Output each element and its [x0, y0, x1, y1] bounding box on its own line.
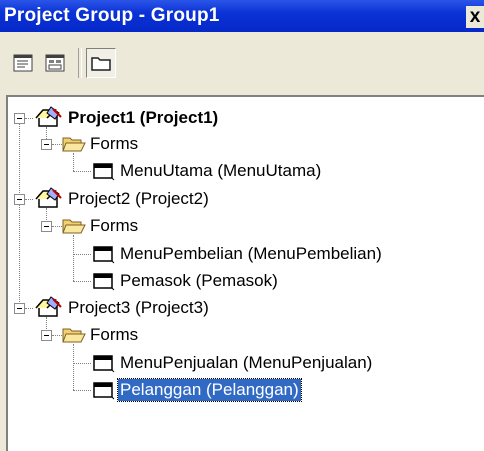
- tree-line: [73, 363, 91, 364]
- form-icon: [93, 382, 115, 400]
- view-code-button[interactable]: [10, 51, 36, 75]
- project-icon: [35, 187, 62, 208]
- close-button[interactable]: x: [466, 6, 484, 28]
- toggle-folders-icon: [91, 57, 111, 71]
- project-icon: [35, 296, 62, 317]
- tree-line: [25, 118, 33, 119]
- folder-open-icon: [62, 137, 86, 152]
- form-icon: [93, 355, 115, 373]
- project-explorer-window: Project Group - Group1 x Project1 (Proje…: [0, 0, 484, 451]
- form-item-label[interactable]: Pemasok (Pemasok): [118, 270, 280, 292]
- tree-line: [73, 153, 74, 171]
- toggle-folders-button[interactable]: [86, 48, 116, 78]
- title-bar[interactable]: Project Group - Group1 x: [0, 0, 484, 32]
- tree-line: [73, 281, 91, 282]
- project-item-label[interactable]: Project2 (Project2): [66, 188, 211, 210]
- form-icon: [93, 163, 115, 181]
- project-item-label[interactable]: Project1 (Project1): [66, 107, 220, 129]
- selected-form-item-label[interactable]: Pelanggan (Pelanggan): [117, 378, 302, 402]
- window-title: Project Group - Group1: [4, 5, 220, 26]
- view-object-icon: [45, 54, 65, 72]
- tree-line: [73, 254, 91, 255]
- tree-line: [25, 199, 33, 200]
- form-icon: [93, 273, 115, 291]
- project-item-label[interactable]: Project3 (Project3): [66, 297, 211, 319]
- forms-collapse-toggle[interactable]: [41, 221, 52, 232]
- view-code-icon: [13, 54, 33, 72]
- tree-line: [73, 235, 74, 281]
- project3-collapse-toggle[interactable]: [14, 303, 25, 314]
- form-item-label[interactable]: MenuPembelian (MenuPembelian): [118, 243, 384, 265]
- folder-open-icon: [62, 328, 86, 343]
- folder-label[interactable]: Forms: [88, 324, 140, 346]
- folder-label[interactable]: Forms: [88, 215, 140, 237]
- folder-open-icon: [62, 219, 86, 234]
- project-tree[interactable]: Project1 (Project1) Forms MenuUtama (Men…: [6, 95, 484, 451]
- toolbar-separator: [78, 48, 82, 78]
- forms-collapse-toggle[interactable]: [41, 330, 52, 341]
- project-icon: [35, 106, 62, 127]
- tree-line: [25, 308, 33, 309]
- form-icon: [93, 246, 115, 264]
- project2-collapse-toggle[interactable]: [14, 194, 25, 205]
- tree-line: [73, 171, 91, 172]
- view-object-button[interactable]: [42, 51, 68, 75]
- project1-collapse-toggle[interactable]: [14, 113, 25, 124]
- tree-line: [19, 205, 20, 308]
- form-item-label[interactable]: MenuPenjualan (MenuPenjualan): [118, 352, 374, 374]
- toolbar: [0, 32, 484, 94]
- tree-line: [19, 124, 20, 199]
- form-item-label[interactable]: MenuUtama (MenuUtama): [118, 160, 323, 182]
- folder-label[interactable]: Forms: [88, 133, 140, 155]
- tree-line: [73, 344, 74, 390]
- forms-collapse-toggle[interactable]: [41, 139, 52, 150]
- tree-line: [73, 390, 91, 391]
